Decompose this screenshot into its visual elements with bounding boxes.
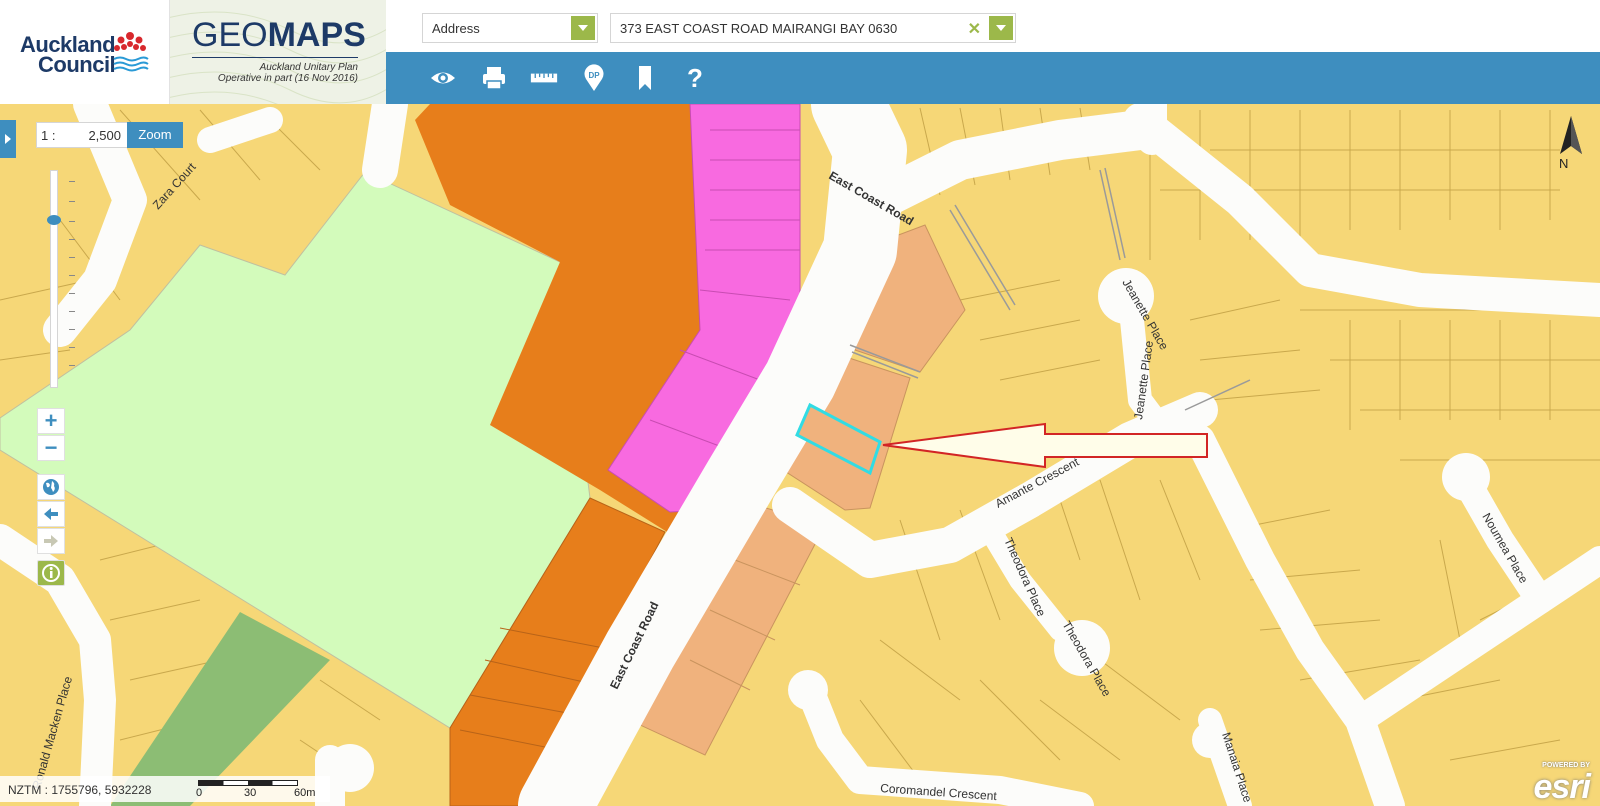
scale-bar — [198, 780, 298, 786]
council-name-line2: Council — [38, 52, 116, 77]
svg-text:DP: DP — [588, 71, 600, 80]
zoom-out-button[interactable]: − — [37, 435, 65, 461]
address-search-input[interactable]: 373 EAST COAST ROAD MAIRANGI BAY 0630 ✕ — [610, 13, 1016, 43]
plan-name: Auckland Unitary Plan — [259, 62, 358, 73]
zoom-slider[interactable] — [47, 170, 75, 388]
zoning-map[interactable]: Zara Court East Coast Road East Coast Ro… — [0, 104, 1600, 806]
coordinate-bar: NZTM : 1755796, 5932228 0 30 60m — [0, 776, 330, 802]
geomaps-app: Auckland Council GEOMAPS Auckland Unitar… — [0, 0, 1600, 806]
print-icon[interactable] — [479, 64, 509, 94]
clear-icon[interactable]: ✕ — [968, 19, 981, 39]
app-title: GEOMAPS — [192, 16, 366, 54]
geomaps-branding: GEOMAPS Auckland Unitary Plan Operative … — [170, 0, 386, 104]
scale-input[interactable]: 1 : 2,500 Zoom — [36, 122, 183, 148]
slider-tick — [69, 181, 75, 182]
plan-status: Operative in part (16 Nov 2016) — [217, 73, 358, 84]
info-icon[interactable] — [37, 560, 65, 586]
title-divider — [192, 57, 358, 58]
eye-icon[interactable] — [428, 64, 458, 94]
auckland-council-logo[interactable]: Auckland Council — [0, 0, 170, 104]
slider-tick — [69, 201, 75, 202]
chevron-down-icon[interactable] — [571, 16, 595, 40]
scale-value[interactable]: 2,500 — [57, 128, 121, 143]
globe-icon[interactable] — [37, 474, 65, 500]
forward-arrow-icon[interactable] — [37, 528, 65, 554]
slider-tick — [69, 221, 75, 222]
bookmark-icon[interactable] — [630, 64, 660, 94]
toolbar: DP ? — [386, 52, 1600, 104]
slider-tick — [69, 275, 75, 276]
scale-prefix: 1 : — [41, 128, 56, 143]
slider-tick — [69, 293, 75, 294]
slider-tick — [69, 257, 75, 258]
address-search-value: 373 EAST COAST ROAD MAIRANGI BAY 0630 — [620, 21, 898, 36]
slider-tick — [69, 311, 75, 312]
zoom-in-button[interactable]: + — [37, 408, 65, 434]
side-panel-toggle[interactable] — [0, 120, 16, 158]
scale-bar-label-30: 30 — [244, 787, 257, 799]
zoom-button[interactable]: Zoom — [127, 122, 183, 148]
search-bar: Address 373 EAST COAST ROAD MAIRANGI BAY… — [386, 0, 1600, 52]
north-label: N — [1559, 156, 1569, 171]
header: Auckland Council GEOMAPS Auckland Unitar… — [0, 0, 1600, 104]
ruler-icon[interactable] — [528, 64, 560, 94]
slider-tick — [69, 365, 75, 366]
pohutukawa-flower-icon — [113, 32, 149, 72]
back-arrow-icon[interactable] — [37, 501, 65, 527]
coordinate-readout: NZTM : 1755796, 5932228 — [8, 783, 152, 797]
chevron-down-icon[interactable] — [989, 16, 1013, 40]
zoom-slider-handle[interactable] — [47, 215, 61, 225]
slider-tick — [69, 347, 75, 348]
esri-logo[interactable]: POWERED BY esri — [1524, 762, 1594, 806]
search-type-dropdown[interactable]: Address — [422, 13, 598, 43]
dp-pin-icon[interactable]: DP — [579, 64, 609, 94]
scale-bar-label-0: 0 — [196, 787, 203, 799]
slider-tick — [69, 239, 75, 240]
scale-bar-label-60: 60m — [294, 787, 316, 799]
slider-tick — [69, 329, 75, 330]
help-icon[interactable]: ? — [680, 64, 710, 94]
map-canvas[interactable]: Zara Court East Coast Road East Coast Ro… — [0, 104, 1600, 806]
esri-wordmark: esri — [1533, 768, 1591, 806]
search-type-value: Address — [432, 21, 480, 36]
